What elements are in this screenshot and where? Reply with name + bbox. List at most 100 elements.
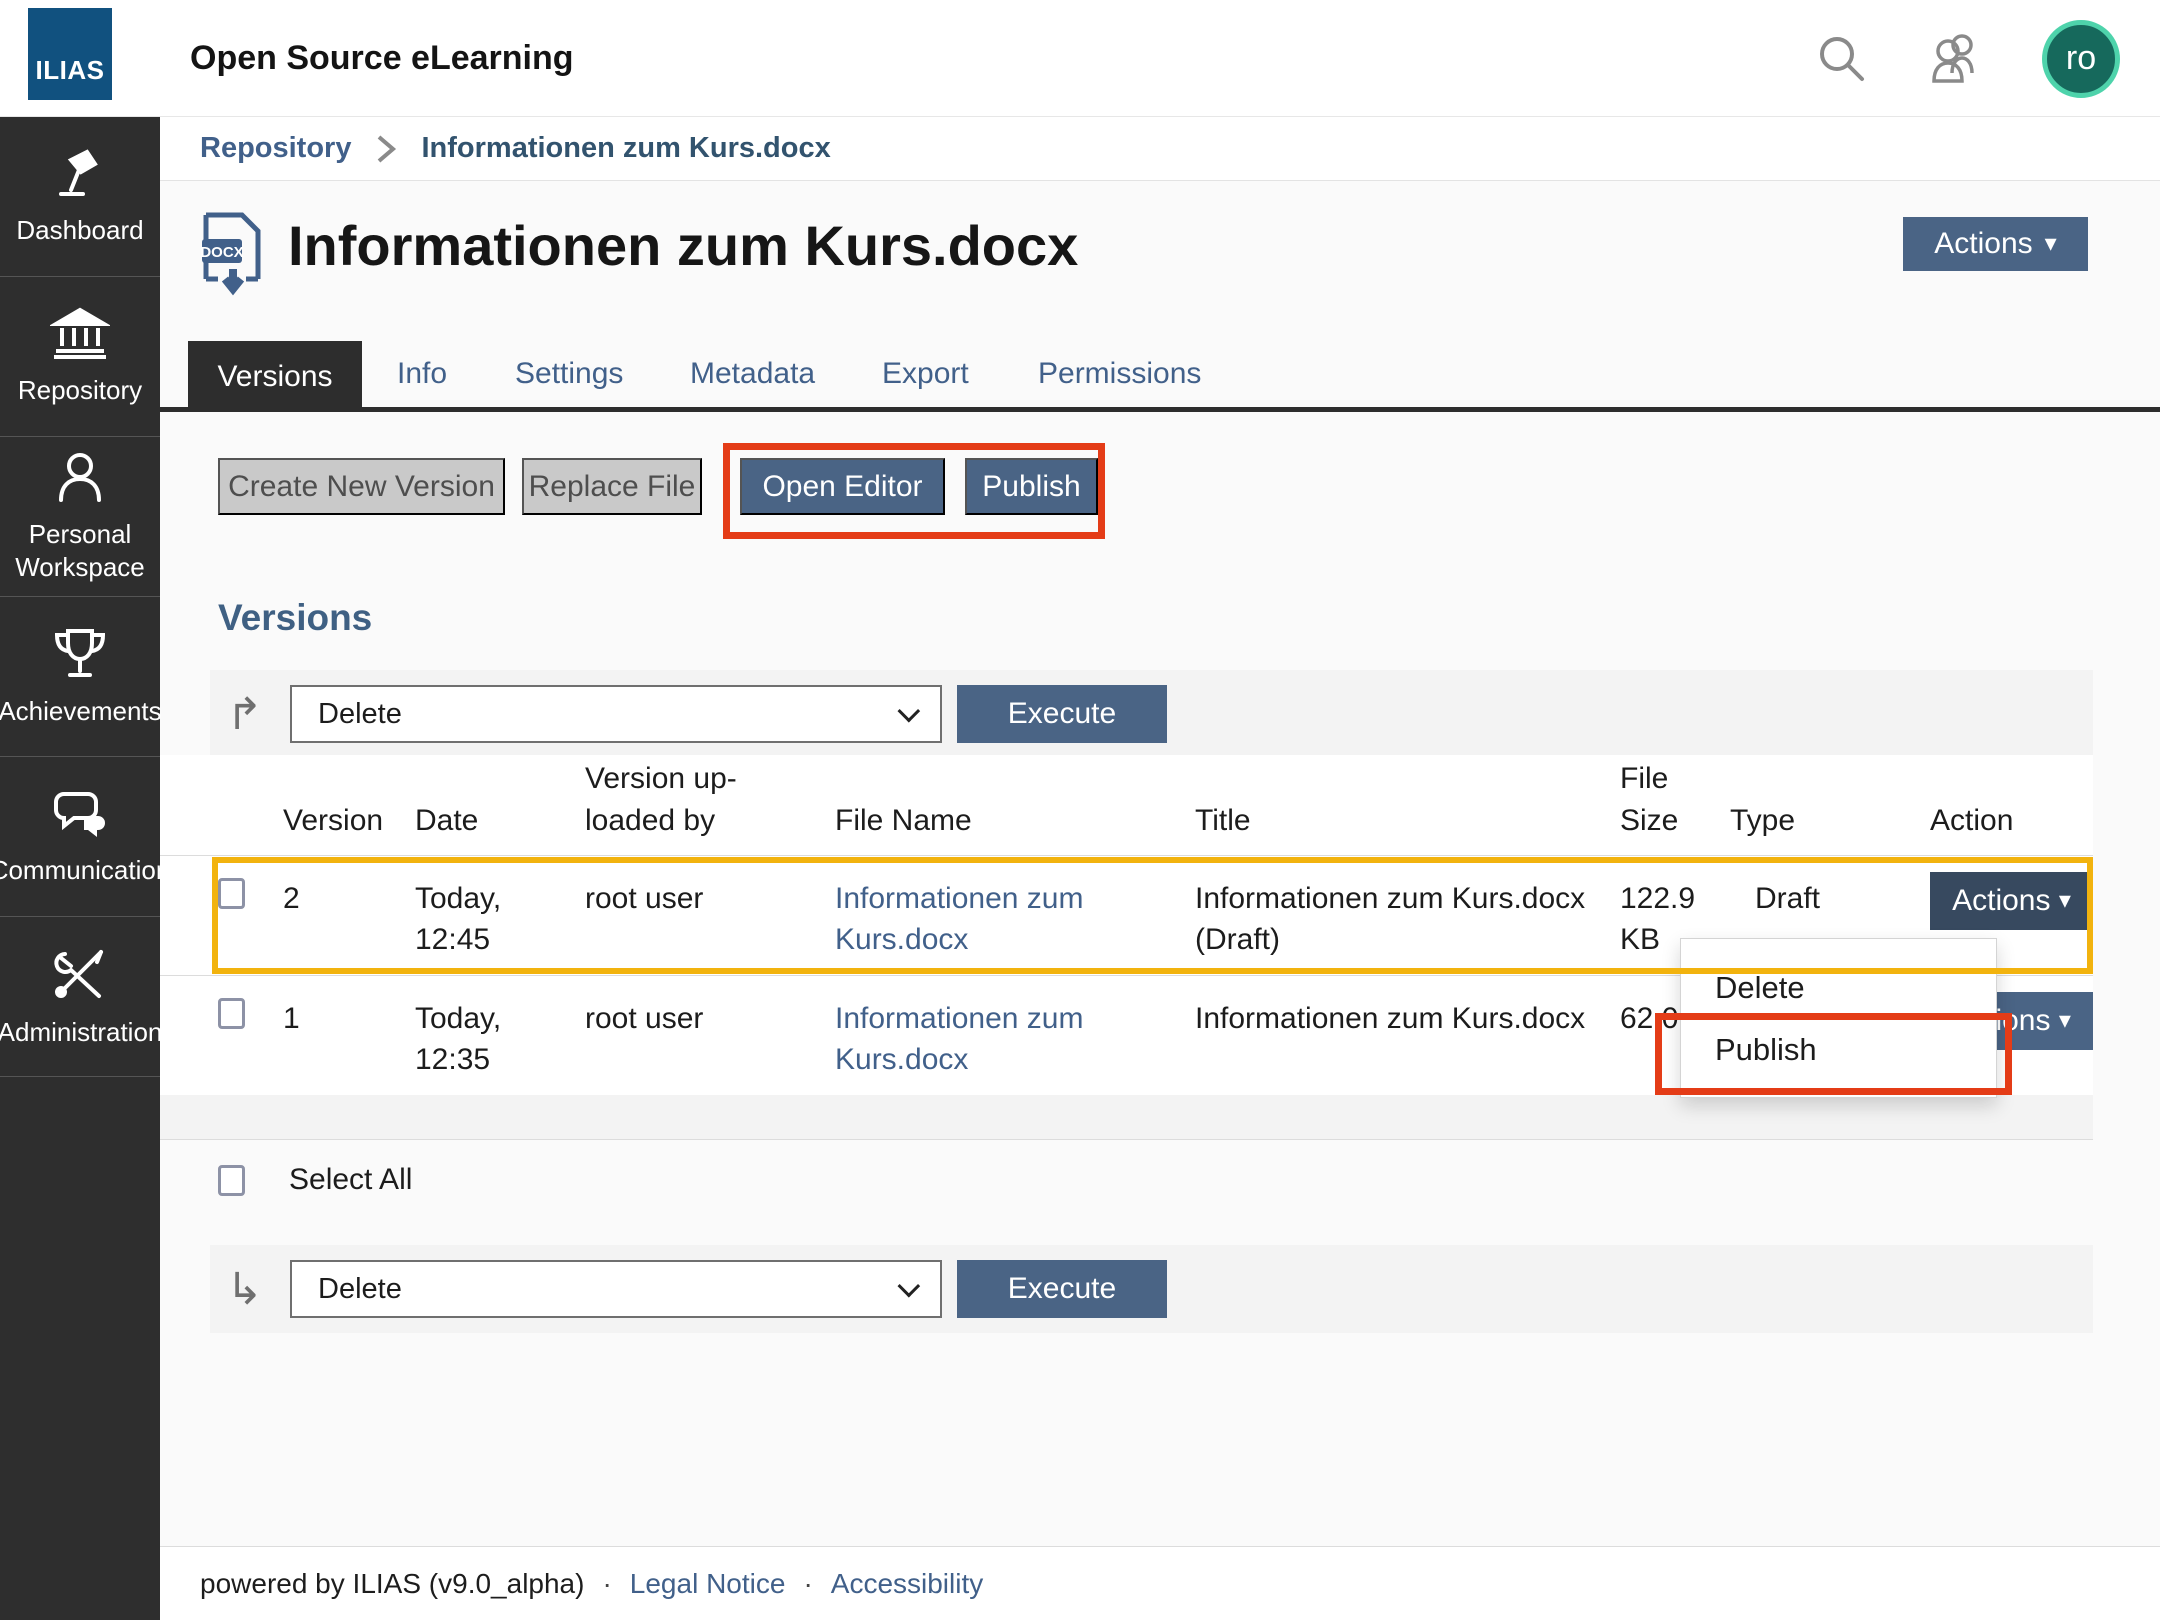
caret-down-icon: ▾ [2059,1009,2071,1033]
tab-label: Info [397,357,447,391]
avatar-initials: ro [2066,39,2096,78]
desk-lamp-icon [51,146,109,200]
tab-label: Metadata [690,357,815,391]
menu-item-delete[interactable]: Delete [1681,957,1996,1019]
apply-down-arrow-icon: ↳ [226,1264,290,1315]
docx-file-icon: DOCX [200,209,266,301]
cell-date: Today, 12:45 [415,878,585,961]
row-actions-button[interactable]: Actions ▾ [1930,872,2093,930]
tab-export[interactable]: Export [882,341,969,407]
institution-icon [50,306,110,360]
tab-permissions[interactable]: Permissions [1038,341,1201,407]
cell-title: Informationen zum Kurs.docx [1195,998,1620,1039]
page-actions-label: Actions [1934,227,2032,261]
cell-date: Today, 12:35 [415,998,585,1081]
col-header-file-size: File Size [1620,758,1730,841]
cell-title: Informationen zum Kurs.docx (Draft) [1195,878,1620,961]
select-all-checkbox[interactable] [218,1165,245,1196]
page-actions-button[interactable]: Actions ▾ [1903,217,2088,271]
tab-underline [160,407,2160,412]
tab-bar: Versions Info Settings Metadata Export P… [160,341,2160,411]
cell-type: Draft [1755,878,1930,919]
breadcrumb-current: Informationen zum Kurs.docx [421,132,830,165]
col-header-title: Title [1195,800,1620,841]
bulk-action-select-bottom[interactable]: Delete [290,1260,942,1318]
col-header-type: Type [1730,800,1930,841]
chevron-down-icon [898,700,921,723]
sidebar-item-communication[interactable]: Communication [0,757,160,917]
tab-label: Versions [217,360,332,394]
sidebar-item-label: Repository [12,374,148,407]
user-avatar[interactable]: ro [2042,20,2120,98]
sidebar-item-repository[interactable]: Repository [0,277,160,437]
top-bar: ILIAS Open Source eLearning ro [0,0,2160,117]
cell-uploaded-by: root user [585,998,835,1039]
tab-settings[interactable]: Settings [515,341,623,407]
bulk-action-select-top[interactable]: Delete [290,685,942,743]
ilias-logo[interactable]: ILIAS [28,8,112,100]
ilias-logo-text: ILIAS [36,55,105,86]
ilias-app-window: ILIAS Open Source eLearning ro Dashboar [0,0,2160,1620]
create-new-version-button[interactable]: Create New Version [218,458,505,515]
sidebar-item-administration[interactable]: Administration [0,917,160,1077]
row-checkbox[interactable] [218,878,245,909]
who-is-online-icon[interactable] [1926,33,1984,85]
execute-button-bottom[interactable]: Execute [957,1260,1167,1318]
select-all-label: Select All [289,1163,412,1197]
breadcrumb: Repository Informationen zum Kurs.docx [160,117,2160,181]
col-header-action: Action [1930,800,2093,841]
trophy-icon [51,625,109,681]
search-icon[interactable] [1816,33,1868,85]
execute-button-top[interactable]: Execute [957,685,1167,743]
versions-heading: Versions [218,597,372,639]
sidebar-item-label: Dashboard [10,214,149,247]
sidebar-item-label: Personal Workspace [0,518,160,583]
sidebar-item-label: Achievements [0,695,168,728]
file-name-link[interactable]: Informationen zum Kurs.docx [835,1002,1083,1076]
bulk-action-selected: Delete [318,1273,402,1306]
powered-by-text: powered by ILIAS (v9.0_alpha) [200,1568,584,1600]
docx-icon-label: DOCX [200,244,243,261]
main-content: Repository Informationen zum Kurs.docx D… [160,117,2160,1620]
menu-item-publish[interactable]: Publish [1681,1019,1996,1081]
col-header-uploaded-by: Version up-loaded by [585,758,835,841]
table-header-row: Version Date Version up-loaded by File N… [160,755,2093,855]
row-actions-menu: Delete Publish [1680,938,1997,1098]
caret-down-icon: ▾ [2059,889,2071,913]
speech-bubbles-icon [50,786,110,840]
sidebar-item-achievements[interactable]: Achievements [0,597,160,757]
footer-separator: · [803,1568,812,1600]
tab-label: Permissions [1038,357,1201,391]
replace-file-button[interactable]: Replace File [522,458,702,515]
sidebar-item-label: Administration [0,1016,168,1049]
bulk-action-toolbar-bottom: ↳ Delete Execute [210,1245,2093,1333]
tab-metadata[interactable]: Metadata [690,341,815,407]
page-footer: powered by ILIAS (v9.0_alpha) · Legal No… [160,1546,2160,1620]
tab-versions[interactable]: Versions [188,341,362,412]
table-footer-strip [160,1095,2093,1140]
cell-version: 2 [283,878,415,919]
breadcrumb-repository-link[interactable]: Repository [200,132,351,165]
sidebar-item-dashboard[interactable]: Dashboard [0,117,160,277]
cell-version: 1 [283,998,415,1039]
chevron-right-icon [375,133,397,165]
tab-label: Settings [515,357,623,391]
file-name-link[interactable]: Informationen zum Kurs.docx [835,882,1083,956]
sidebar-item-personal-workspace[interactable]: Personal Workspace [0,437,160,597]
legal-notice-link[interactable]: Legal Notice [630,1568,786,1600]
bulk-action-toolbar-top: ↱ Delete Execute [210,670,2093,758]
bulk-action-selected: Delete [318,698,402,731]
main-sidebar: Dashboard Repository Personal Workspace [0,117,160,1620]
tab-label: Export [882,357,969,391]
person-icon [53,450,107,504]
tab-info[interactable]: Info [397,341,447,407]
accessibility-link[interactable]: Accessibility [831,1568,983,1600]
row-checkbox[interactable] [218,998,245,1029]
chevron-down-icon [898,1275,921,1298]
caret-down-icon: ▾ [2045,232,2057,256]
publish-button[interactable]: Publish [965,458,1098,515]
app-title: Open Source eLearning [190,0,574,117]
open-editor-button[interactable]: Open Editor [740,458,945,515]
cell-uploaded-by: root user [585,878,835,919]
apply-up-arrow-icon: ↱ [226,689,290,740]
